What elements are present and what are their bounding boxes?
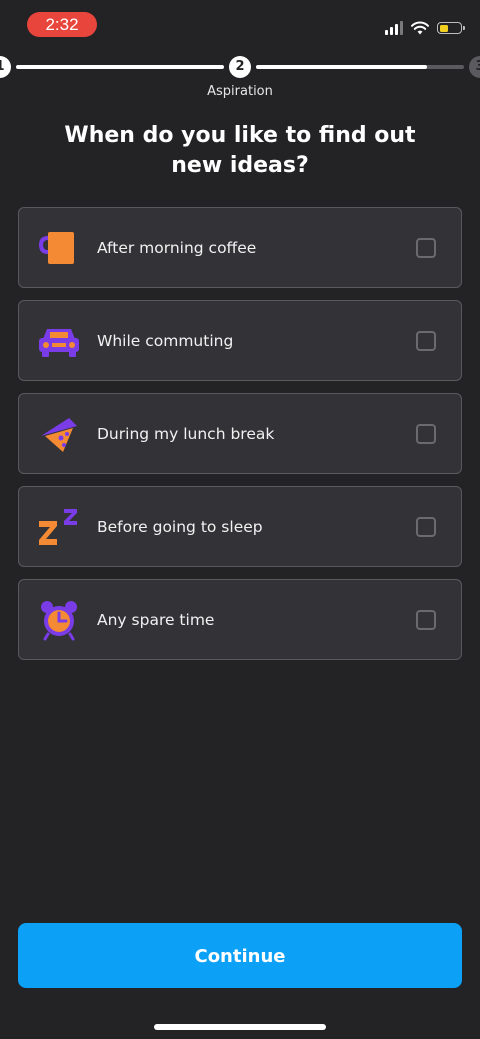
option-label: During my lunch break (97, 424, 275, 443)
status-icons (385, 18, 465, 38)
question-title: When do you like to find out new ideas? (64, 123, 416, 178)
step-2-progress (256, 65, 427, 69)
wifi-icon (411, 21, 429, 35)
option-checkbox[interactable] (416, 330, 436, 351)
pizza-slice-icon (37, 412, 81, 456)
option-label: After morning coffee (97, 238, 257, 257)
home-indicator[interactable] (154, 1024, 326, 1030)
car-icon (37, 319, 81, 363)
signal-icon (385, 21, 403, 35)
status-time: 2:32 (27, 12, 97, 37)
step-2-node: 2 (229, 56, 251, 78)
option-label: Any spare time (97, 610, 215, 629)
option-any-spare-time[interactable]: Any spare time (18, 579, 462, 660)
option-checkbox[interactable] (416, 423, 436, 444)
step-1-segment (16, 65, 224, 69)
option-while-commuting[interactable]: While commuting (18, 300, 462, 381)
option-checkbox[interactable] (416, 516, 436, 537)
option-label: Before going to sleep (97, 517, 263, 536)
option-checkbox[interactable] (416, 237, 436, 258)
option-before-going-to-sleep[interactable]: Before going to sleep (18, 486, 462, 567)
zzz-sleep-icon (37, 505, 81, 549)
option-checkbox[interactable] (416, 609, 436, 630)
option-label: While commuting (97, 331, 234, 350)
options-list: After morning coffee While commuting Dur… (18, 207, 462, 672)
progress-stepper: 1 2 3 (0, 56, 480, 80)
continue-button[interactable]: Continue (18, 923, 462, 988)
step-label: Aspiration (207, 84, 273, 99)
battery-icon (437, 22, 465, 34)
option-after-morning-coffee[interactable]: After morning coffee (18, 207, 462, 288)
coffee-mug-icon (37, 226, 81, 270)
step-1-node: 1 (0, 56, 11, 78)
step-3-node: 3 (469, 56, 480, 78)
option-during-lunch-break[interactable]: During my lunch break (18, 393, 462, 474)
alarm-clock-icon (37, 598, 81, 642)
